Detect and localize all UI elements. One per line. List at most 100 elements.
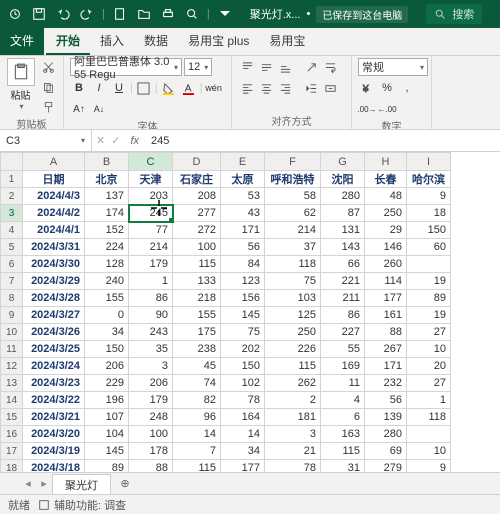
data-cell[interactable]: 248 — [129, 409, 173, 426]
row-header[interactable]: 14 — [1, 392, 23, 409]
data-cell[interactable]: 96 — [173, 409, 221, 426]
data-cell[interactable]: 229 — [85, 375, 129, 392]
data-cell[interactable]: 107 — [85, 409, 129, 426]
align-left-icon[interactable] — [238, 79, 256, 97]
data-cell[interactable]: 14 — [173, 426, 221, 443]
data-cell[interactable]: 62 — [265, 205, 321, 222]
data-cell[interactable]: 272 — [173, 222, 221, 239]
data-cell[interactable]: 29 — [365, 222, 407, 239]
data-cell[interactable]: 77 — [129, 222, 173, 239]
data-cell[interactable]: 7 — [173, 443, 221, 460]
data-cell[interactable]: 174 — [85, 205, 129, 222]
data-cell[interactable]: 19 — [407, 273, 451, 290]
data-cell[interactable]: 143 — [321, 239, 365, 256]
tab-insert[interactable]: 插入 — [90, 27, 134, 55]
data-cell[interactable]: 125 — [265, 307, 321, 324]
data-cell[interactable]: 178 — [129, 443, 173, 460]
data-cell[interactable]: 88 — [129, 460, 173, 473]
date-cell[interactable]: 2024/4/2 — [23, 205, 85, 222]
data-cell[interactable]: 84 — [221, 256, 265, 273]
enter-formula-icon[interactable]: ✓ — [111, 134, 120, 147]
row-header[interactable]: 8 — [1, 290, 23, 307]
data-cell[interactable]: 171 — [221, 222, 265, 239]
data-cell[interactable]: 145 — [85, 443, 129, 460]
col-header[interactable]: F — [265, 153, 321, 171]
date-cell[interactable]: 2024/4/3 — [23, 188, 85, 205]
data-cell[interactable]: 1 — [407, 392, 451, 409]
data-cell[interactable]: 267 — [365, 341, 407, 358]
data-cell[interactable]: 115 — [173, 460, 221, 473]
data-cell[interactable]: 3 — [265, 426, 321, 443]
add-sheet-icon[interactable]: ⊕ — [115, 476, 135, 491]
data-cell[interactable]: 206 — [85, 358, 129, 375]
data-cell[interactable]: 56 — [365, 392, 407, 409]
data-cell[interactable]: 202 — [221, 341, 265, 358]
new-icon[interactable] — [109, 3, 131, 25]
underline-icon[interactable]: U — [110, 79, 128, 97]
col-header[interactable]: I — [407, 153, 451, 171]
data-cell[interactable]: 171 — [365, 358, 407, 375]
autosave-icon[interactable] — [4, 3, 26, 25]
data-cell[interactable]: 123 — [221, 273, 265, 290]
data-cell[interactable]: 179 — [129, 392, 173, 409]
column-title[interactable]: 沈阳 — [321, 171, 365, 188]
data-cell[interactable]: 69 — [365, 443, 407, 460]
row-header[interactable]: 17 — [1, 443, 23, 460]
worksheet[interactable]: ABCDEFGHI 1日期北京天津石家庄太原呼和浩特沈阳长春哈尔滨 22024/… — [0, 152, 500, 472]
align-center-icon[interactable] — [257, 79, 275, 97]
data-cell[interactable]: 103 — [265, 290, 321, 307]
indent-dec-icon[interactable] — [302, 79, 320, 97]
data-cell[interactable]: 118 — [407, 409, 451, 426]
data-cell[interactable]: 161 — [365, 307, 407, 324]
col-header[interactable]: E — [221, 153, 265, 171]
data-cell[interactable]: 128 — [85, 256, 129, 273]
data-cell[interactable]: 115 — [173, 256, 221, 273]
data-cell[interactable]: 86 — [321, 307, 365, 324]
align-middle-icon[interactable] — [257, 58, 275, 76]
data-cell[interactable]: 131 — [321, 222, 365, 239]
number-format-combo[interactable]: 常规▾ — [358, 58, 428, 76]
data-cell[interactable]: 90 — [129, 307, 173, 324]
tab-eyb[interactable]: 易用宝 — [259, 27, 315, 55]
select-all-corner[interactable] — [1, 153, 23, 171]
data-cell[interactable]: 156 — [221, 290, 265, 307]
decrease-decimal-icon[interactable]: ←.00 — [378, 100, 396, 118]
row-header[interactable]: 3 — [1, 205, 23, 222]
data-cell[interactable]: 227 — [321, 324, 365, 341]
row-header[interactable]: 4 — [1, 222, 23, 239]
date-cell[interactable]: 2024/3/30 — [23, 256, 85, 273]
data-cell[interactable]: 206 — [129, 375, 173, 392]
font-color-icon[interactable]: A — [180, 79, 198, 97]
data-cell[interactable]: 181 — [265, 409, 321, 426]
data-cell[interactable]: 104 — [85, 426, 129, 443]
data-cell[interactable]: 211 — [321, 290, 365, 307]
data-cell[interactable]: 226 — [265, 341, 321, 358]
column-title[interactable]: 哈尔滨 — [407, 171, 451, 188]
search-box[interactable]: 搜索 — [426, 4, 482, 24]
data-cell[interactable]: 100 — [129, 426, 173, 443]
align-top-icon[interactable] — [238, 58, 256, 76]
data-cell[interactable]: 208 — [173, 188, 221, 205]
data-cell[interactable]: 21 — [265, 443, 321, 460]
data-cell[interactable]: 34 — [85, 324, 129, 341]
data-cell[interactable]: 75 — [265, 273, 321, 290]
data-cell[interactable]: 56 — [221, 239, 265, 256]
row-header[interactable]: 2 — [1, 188, 23, 205]
data-cell[interactable]: 203 — [129, 188, 173, 205]
data-cell[interactable]: 55 — [321, 341, 365, 358]
row-header[interactable]: 9 — [1, 307, 23, 324]
data-cell[interactable]: 19 — [407, 307, 451, 324]
data-cell[interactable]: 20 — [407, 358, 451, 375]
data-cell[interactable]: 146 — [365, 239, 407, 256]
data-cell[interactable]: 34 — [221, 443, 265, 460]
row-header[interactable]: 12 — [1, 358, 23, 375]
data-cell[interactable]: 137 — [85, 188, 129, 205]
data-cell[interactable]: 35 — [129, 341, 173, 358]
row-header[interactable]: 5 — [1, 239, 23, 256]
row-header[interactable]: 11 — [1, 341, 23, 358]
data-cell[interactable]: 9 — [407, 188, 451, 205]
data-cell[interactable]: 10 — [407, 443, 451, 460]
data-cell[interactable]: 1 — [129, 273, 173, 290]
row-header[interactable]: 18 — [1, 460, 23, 473]
data-cell[interactable]: 11 — [321, 375, 365, 392]
